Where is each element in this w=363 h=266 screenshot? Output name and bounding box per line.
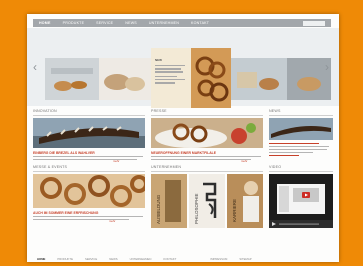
nav-item-news[interactable]: NEWS xyxy=(125,21,137,25)
news-teaser xyxy=(269,143,331,157)
philosophie-photo: PHILOSOPHIE xyxy=(189,174,225,228)
divider xyxy=(33,171,145,172)
food-photo xyxy=(45,58,99,100)
hero-slider: ‹ NEW › xyxy=(27,28,339,108)
search-input[interactable] xyxy=(303,20,325,26)
footer-item-unternehmen[interactable]: UNTERNEHMEN xyxy=(130,257,152,261)
nav-item-service[interactable]: SERVICE xyxy=(96,21,113,25)
slide-image[interactable] xyxy=(99,58,151,100)
footer-item-produkte[interactable]: PRODUKTE xyxy=(57,257,73,261)
article-title[interactable]: EINBERG DIE BREZEL ALS WAHLVER xyxy=(33,151,95,155)
food-photo xyxy=(99,58,151,100)
company-card-label: AUSBILDUNG xyxy=(156,194,161,224)
baguette-photo xyxy=(269,118,333,140)
ausbildung-photo: AUSBILDUNG xyxy=(151,174,187,228)
nav-item-unternehmen[interactable]: UNTERNEHMEN xyxy=(149,21,179,25)
slide-caption-title: NEW xyxy=(155,58,162,62)
video-frame xyxy=(269,174,333,228)
pretzel-plate-photo xyxy=(151,118,263,148)
divider xyxy=(269,115,333,116)
nav-item-produkte[interactable]: PRODUKTE xyxy=(63,21,85,25)
footer-navigation: HOME PRODUKTE SERVICE NEWS UNTERNEHMEN K… xyxy=(27,256,339,262)
more-link[interactable]: mehr xyxy=(241,159,247,163)
footer-item-news[interactable]: NEWS xyxy=(109,257,117,261)
pretzel-photo xyxy=(191,48,231,108)
section-title-unternehmen: UNTERNEHMEN xyxy=(151,165,182,169)
company-card-label: KARRIERE xyxy=(232,199,237,222)
section-title-news: NEWS xyxy=(269,109,281,113)
article-teaser xyxy=(33,156,143,162)
nav-item-kontakt[interactable]: KONTAKT xyxy=(191,21,209,25)
pretzels-photo xyxy=(33,174,145,208)
chevron-right-icon[interactable]: › xyxy=(325,61,333,73)
divider xyxy=(33,115,145,116)
slide-image[interactable] xyxy=(45,58,99,100)
divider xyxy=(151,171,263,172)
messe-image[interactable] xyxy=(33,174,145,208)
karriere-photo: KARRIERE xyxy=(227,174,263,228)
food-photo xyxy=(231,58,287,100)
baguette-photo xyxy=(33,118,145,148)
browser-frame: HOME PRODUKTE SERVICE NEWS UNTERNEHMEN K… xyxy=(23,10,339,262)
footer-item-service[interactable]: SERVICE xyxy=(85,257,97,261)
innovation-image[interactable] xyxy=(33,118,145,148)
footer-item-impressum[interactable]: IMPRESSUM xyxy=(210,257,227,261)
presse-image[interactable] xyxy=(151,118,263,148)
divider xyxy=(269,171,333,172)
article-teaser xyxy=(33,216,143,222)
slide-caption: NEW xyxy=(155,58,189,85)
slide-image[interactable] xyxy=(191,48,231,108)
section-title-innovation: INNOVATION xyxy=(33,109,57,113)
more-link[interactable]: mehr xyxy=(113,159,119,163)
company-card-ausbildung[interactable]: AUSBILDUNG xyxy=(151,174,187,228)
article-title[interactable]: NEUEROFFNUNG EINER MARKTFILALE xyxy=(151,151,216,155)
company-card-label: PHILOSOPHIE xyxy=(194,193,199,224)
slide-image[interactable] xyxy=(231,58,287,100)
footer-item-sitemap[interactable]: SITEMAP xyxy=(239,257,251,261)
nav-item-home[interactable]: HOME xyxy=(39,21,51,25)
section-title-video: VIDEO xyxy=(269,165,282,169)
company-card-philosophie[interactable]: PHILOSOPHIE xyxy=(189,174,225,228)
website-page: HOME PRODUKTE SERVICE NEWS UNTERNEHMEN K… xyxy=(27,14,339,262)
article-title[interactable]: AUCH IM SOMMER EINE ERFRISCHUNG xyxy=(33,211,98,215)
footer-item-home[interactable]: HOME xyxy=(37,257,45,261)
more-link[interactable]: mehr xyxy=(109,219,115,223)
section-title-messe: MESSE & EVENTS xyxy=(33,165,68,169)
section-title-presse: PRESSE xyxy=(151,109,167,113)
chevron-left-icon[interactable]: ‹ xyxy=(33,61,41,73)
video-player[interactable] xyxy=(269,174,333,228)
footer-item-kontakt[interactable]: KONTAKT xyxy=(163,257,176,261)
top-navigation: HOME PRODUKTE SERVICE NEWS UNTERNEHMEN K… xyxy=(33,19,331,27)
divider xyxy=(151,115,263,116)
company-card-karriere[interactable]: KARRIERE xyxy=(227,174,263,228)
news-image[interactable] xyxy=(269,118,333,140)
